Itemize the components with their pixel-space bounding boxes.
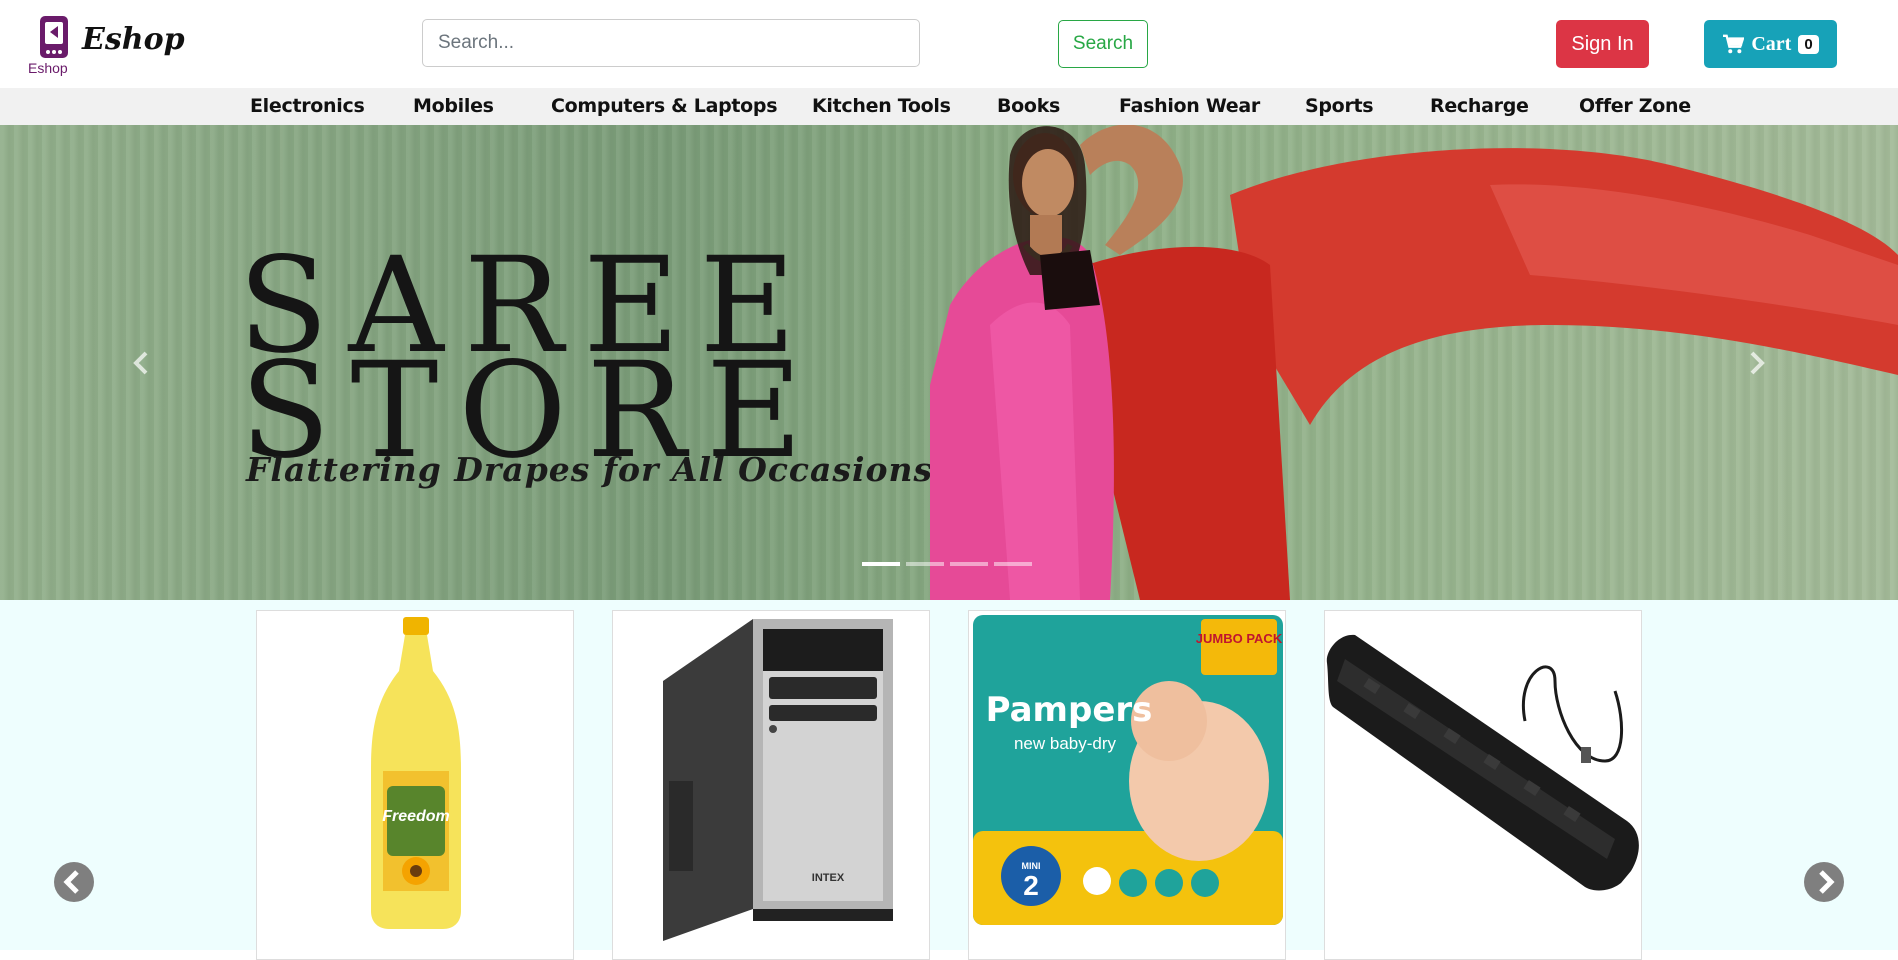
chevron-left-icon xyxy=(63,870,79,894)
product-card[interactable]: Freedom xyxy=(256,610,574,960)
cart-button[interactable]: Cart 0 xyxy=(1704,20,1837,68)
nav-item-mobiles[interactable]: Mobiles xyxy=(413,88,494,125)
carousel-indicator[interactable] xyxy=(906,562,944,566)
product-brand: INTEX xyxy=(812,872,845,884)
carousel-indicator[interactable] xyxy=(862,562,900,566)
nav-item-books[interactable]: Books xyxy=(997,88,1060,125)
cart-icon xyxy=(1723,34,1745,54)
product-badge: JUMBO PACK xyxy=(1196,631,1283,646)
search-input[interactable] xyxy=(422,19,920,67)
carousel-indicators xyxy=(862,562,1032,566)
product-brand: Freedom xyxy=(382,808,450,825)
carousel-prev-icon[interactable] xyxy=(126,343,156,383)
chevron-right-icon xyxy=(1819,870,1835,894)
product-next-button[interactable] xyxy=(1804,862,1844,902)
product-size: 2 xyxy=(1023,870,1039,901)
search-button[interactable]: Search xyxy=(1058,20,1148,68)
hero-carousel: SAREE STORE Flattering Drapes for All Oc… xyxy=(0,125,1898,600)
keyboard-image xyxy=(1326,634,1639,891)
carousel-indicator[interactable] xyxy=(994,562,1032,566)
logo-text: Eshop xyxy=(82,22,185,57)
carousel-indicator[interactable] xyxy=(950,562,988,566)
product-brand: Pampers xyxy=(986,690,1153,730)
logo-subtext: Eshop xyxy=(28,60,68,76)
header: Eshop Eshop Search Sign In Cart 0 xyxy=(0,0,1898,88)
hero-tagline: Flattering Drapes for All Occasions xyxy=(246,450,934,489)
nav-item-recharge[interactable]: Recharge xyxy=(1430,88,1529,125)
eshop-logo-icon xyxy=(40,16,68,58)
diaper-pack-image: JUMBO PACK Pampers new baby-dry MINI 2 xyxy=(973,615,1283,925)
nav-item-fashion-wear[interactable]: Fashion Wear xyxy=(1119,88,1260,125)
cart-count-badge: 0 xyxy=(1798,34,1819,54)
carousel-next-icon[interactable] xyxy=(1742,343,1772,383)
product-card[interactable] xyxy=(1324,610,1642,960)
product-subtext: new baby-dry xyxy=(1014,734,1117,753)
nav-item-computers-laptops[interactable]: Computers & Laptops xyxy=(551,88,778,125)
nav-item-electronics[interactable]: Electronics xyxy=(250,88,365,125)
sign-in-button[interactable]: Sign In xyxy=(1556,20,1649,68)
desktop-cpu-cabinet-image: INTEX xyxy=(663,619,893,941)
category-nav: Electronics Mobiles Computers & Laptops … xyxy=(0,88,1898,125)
cooking-oil-bottle-image: Freedom xyxy=(371,617,461,929)
nav-item-offer-zone[interactable]: Offer Zone xyxy=(1579,88,1691,125)
product-prev-button[interactable] xyxy=(54,862,94,902)
product-card[interactable]: JUMBO PACK Pampers new baby-dry MINI 2 xyxy=(968,610,1286,960)
product-card[interactable]: INTEX xyxy=(612,610,930,960)
logo[interactable]: Eshop Eshop xyxy=(28,14,185,78)
nav-item-kitchen-tools[interactable]: Kitchen Tools xyxy=(812,88,951,125)
product-slider: Freedom INTEX JUMBO PACK Pampers new bab… xyxy=(0,600,1898,960)
nav-item-sports[interactable]: Sports xyxy=(1305,88,1374,125)
cart-label: Cart xyxy=(1751,32,1792,55)
